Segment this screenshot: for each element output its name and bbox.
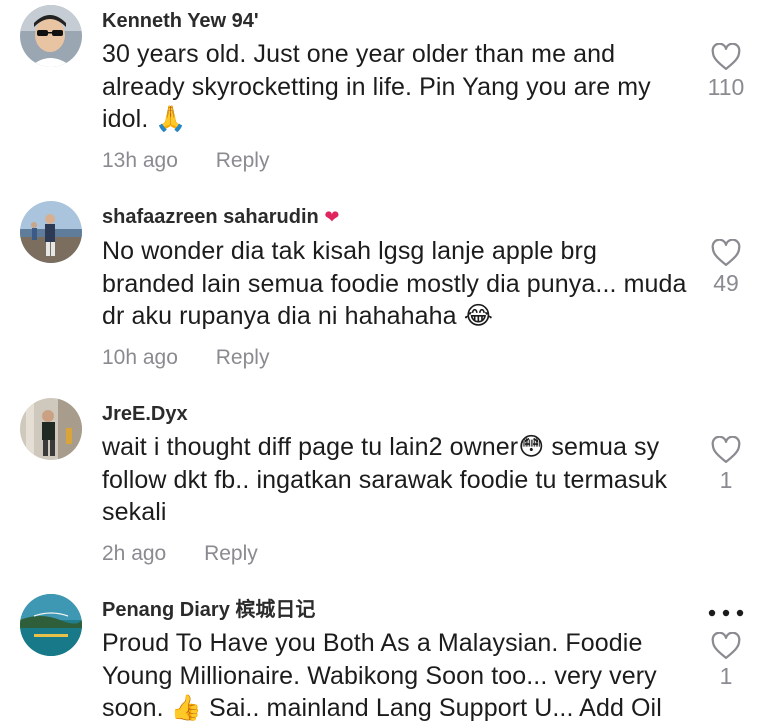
- like-count: 49: [713, 270, 739, 296]
- avatar[interactable]: [20, 594, 82, 656]
- comment-text: No wonder dia tak kisah lgsg lanje apple…: [102, 237, 687, 330]
- red-heart-icon: ❤: [324, 207, 340, 228]
- comment-text: 30 years old. Just one year older than m…: [102, 40, 651, 133]
- heart-outline-icon[interactable]: [711, 632, 741, 660]
- username[interactable]: JreE.Dyx: [102, 401, 692, 427]
- comment-time: 13h ago: [102, 148, 178, 172]
- like-count: 1: [719, 467, 733, 493]
- comment-time: 2h ago: [102, 541, 167, 565]
- like-count: 110: [707, 74, 745, 100]
- heart-outline-icon[interactable]: [711, 436, 741, 464]
- comment-text: Proud To Have you Both As a Malaysian. F…: [102, 629, 662, 722]
- avatar[interactable]: [20, 398, 82, 460]
- avatar[interactable]: [20, 5, 82, 67]
- reply-button[interactable]: Reply: [204, 542, 258, 565]
- reply-button[interactable]: Reply: [216, 149, 270, 172]
- like-count: 1: [719, 663, 733, 689]
- reply-button[interactable]: Reply: [216, 346, 270, 369]
- username[interactable]: Kenneth Yew 94': [102, 8, 692, 34]
- avatar[interactable]: [20, 201, 82, 263]
- username[interactable]: shafaazreen saharudin ❤: [102, 204, 692, 231]
- comment-text: wait i thought diff page tu lain2 owner😳…: [102, 433, 668, 526]
- username[interactable]: Penang Diary 槟城日记: [102, 597, 692, 623]
- comment-time: 10h ago: [102, 345, 178, 369]
- heart-outline-icon[interactable]: [711, 43, 741, 71]
- heart-outline-icon[interactable]: [711, 239, 741, 267]
- more-dots-icon[interactable]: [707, 608, 745, 618]
